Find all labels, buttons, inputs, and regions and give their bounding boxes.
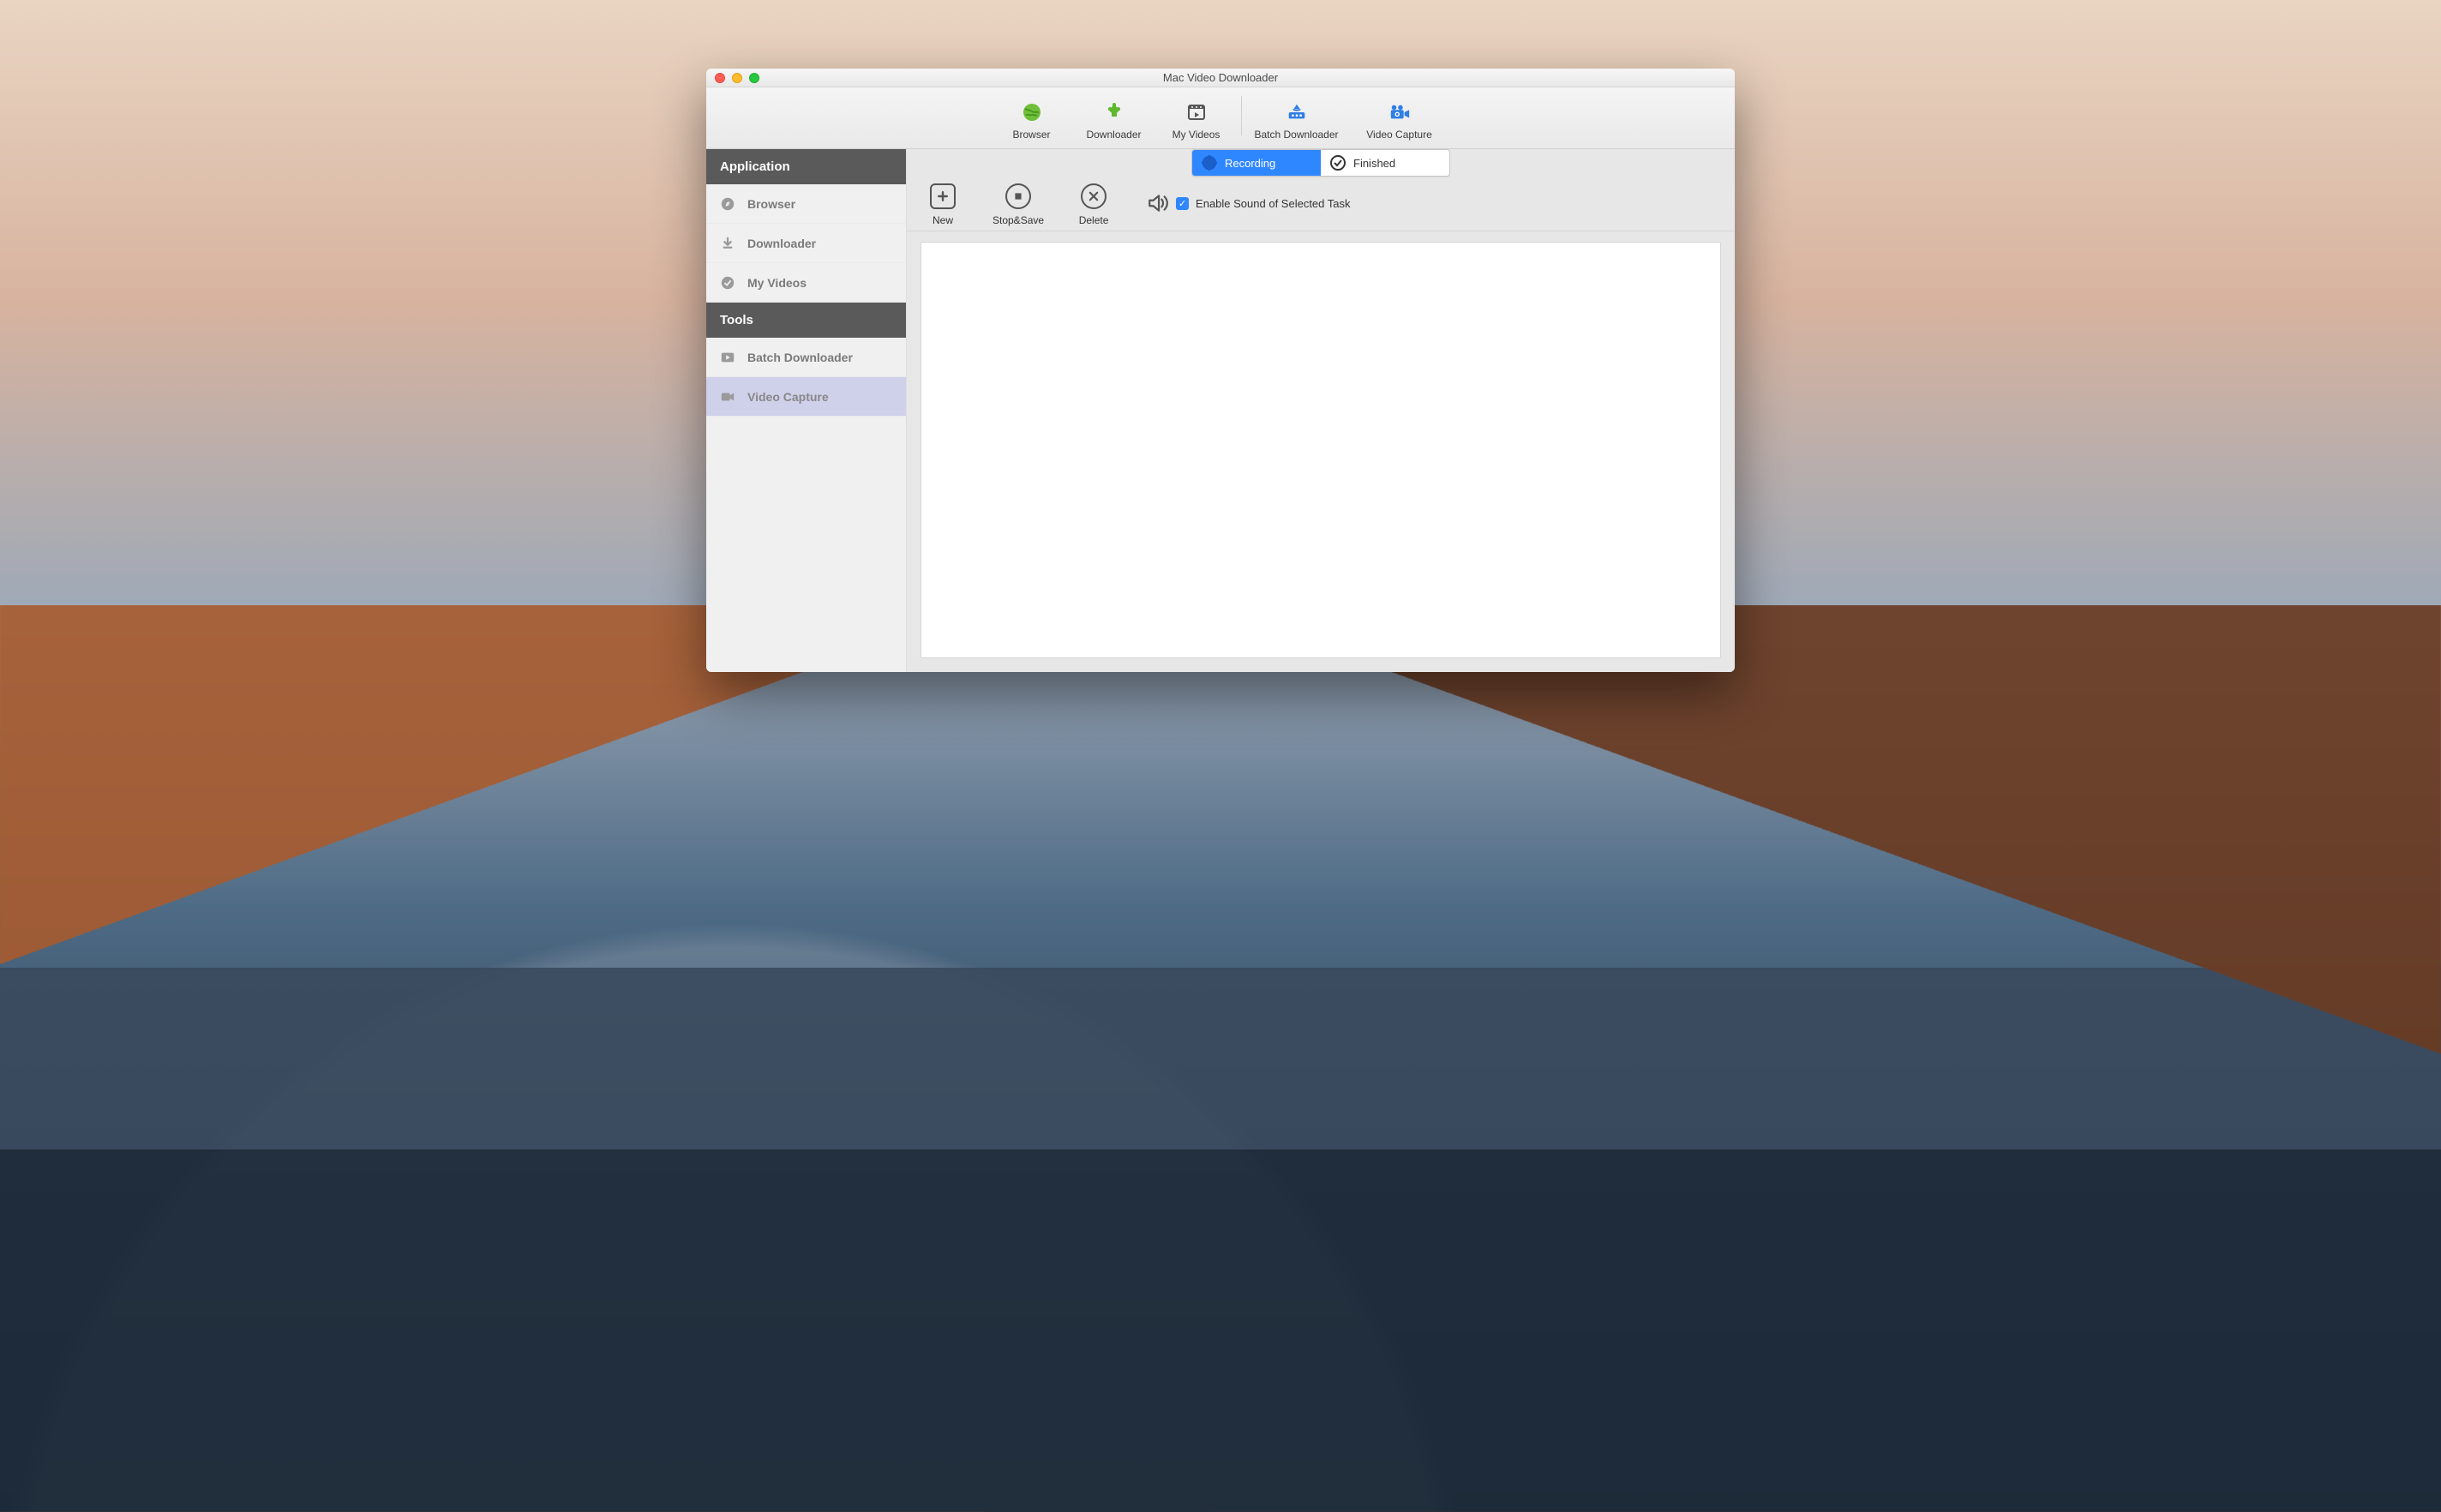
toolbar-downloader-label: Downloader <box>1086 129 1141 141</box>
task-list-area <box>921 242 1721 658</box>
toolbar-browser-label: Browser <box>1012 129 1050 141</box>
toolbar-downloader-button[interactable]: Downloader <box>1073 96 1155 141</box>
delete-button[interactable]: Delete <box>1073 183 1114 226</box>
plus-square-icon <box>930 183 956 209</box>
toolbar-batch-button[interactable]: Batch Downloader <box>1245 96 1348 141</box>
sidebar-item-browser[interactable]: Browser <box>706 184 906 224</box>
sidebar-item-myvideos[interactable]: My Videos <box>706 263 906 303</box>
new-button[interactable]: New <box>922 183 963 226</box>
new-label: New <box>933 214 953 226</box>
sidebar-item-label: Batch Downloader <box>747 351 853 364</box>
toolbar: Browser Downloader My Videos Batch D <box>706 87 1735 149</box>
window-title: Mac Video Downloader <box>706 71 1735 84</box>
toolbar-myvideos-label: My Videos <box>1173 129 1220 141</box>
compass-icon <box>720 196 735 212</box>
tab-recording-label: Recording <box>1225 157 1275 170</box>
delete-label: Delete <box>1079 214 1109 226</box>
film-icon <box>1185 101 1208 123</box>
stop-circle-icon <box>1005 183 1031 209</box>
sidebar-item-video-capture[interactable]: Video Capture <box>706 377 906 417</box>
tab-finished[interactable]: Finished <box>1321 150 1449 176</box>
download-arrow-icon <box>1103 101 1125 123</box>
toolbar-capture-label: Video Capture <box>1366 129 1432 141</box>
batch-icon <box>1286 101 1308 123</box>
sidebar: Application Browser Downloader My Videos <box>706 149 907 672</box>
checkmark-circle-icon <box>1329 154 1346 171</box>
x-circle-icon <box>1081 183 1107 209</box>
check-circle-icon <box>720 275 735 291</box>
toolbar-batch-label: Batch Downloader <box>1254 129 1338 141</box>
segmented-control: Recording Finished <box>1191 149 1450 177</box>
main-panel: Recording Finished New <box>907 149 1735 672</box>
globe-icon <box>1021 101 1043 123</box>
target-icon <box>1201 154 1218 171</box>
tab-recording[interactable]: Recording <box>1192 150 1321 176</box>
traffic-lights <box>715 73 759 83</box>
tab-finished-label: Finished <box>1353 157 1395 170</box>
sidebar-section-application: Application <box>706 149 906 184</box>
enable-sound-label: Enable Sound of Selected Task <box>1196 197 1350 210</box>
sidebar-item-label: Video Capture <box>747 390 829 404</box>
sidebar-section-tools: Tools <box>706 303 906 338</box>
window-minimize-button[interactable] <box>732 73 742 83</box>
sidebar-item-label: Downloader <box>747 237 816 250</box>
play-rect-icon <box>720 350 735 365</box>
enable-sound-checkbox[interactable]: ✓ <box>1176 197 1189 210</box>
camera-icon <box>1388 101 1411 123</box>
speaker-icon <box>1147 192 1169 214</box>
toolbar-myvideos-button[interactable]: My Videos <box>1155 96 1238 141</box>
titlebar: Mac Video Downloader <box>706 69 1735 87</box>
toolbar-separator <box>1241 96 1242 135</box>
stop-save-label: Stop&Save <box>993 214 1044 226</box>
sidebar-item-label: Browser <box>747 197 795 211</box>
window-zoom-button[interactable] <box>749 73 759 83</box>
toolbar-capture-button[interactable]: Video Capture <box>1348 96 1451 141</box>
app-window: Mac Video Downloader Browser Downloader <box>706 69 1735 672</box>
sidebar-item-downloader[interactable]: Downloader <box>706 224 906 263</box>
video-icon <box>720 389 735 405</box>
action-row: New Stop&Save Delete <box>907 177 1735 231</box>
sidebar-item-label: My Videos <box>747 276 807 290</box>
stop-save-button[interactable]: Stop&Save <box>993 183 1044 226</box>
enable-sound-row: ✓ Enable Sound of Selected Task <box>1147 183 1350 214</box>
sidebar-item-batch[interactable]: Batch Downloader <box>706 338 906 377</box>
download-icon <box>720 236 735 251</box>
toolbar-browser-button[interactable]: Browser <box>991 96 1073 141</box>
window-close-button[interactable] <box>715 73 725 83</box>
